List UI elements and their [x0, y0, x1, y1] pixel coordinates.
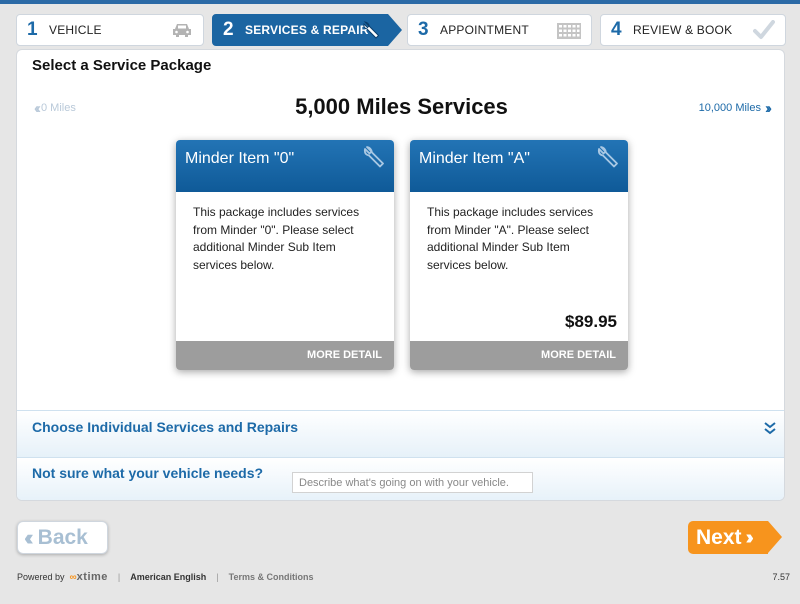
- next-label: Next: [696, 525, 742, 549]
- more-detail-button[interactable]: MORE DETAIL: [410, 341, 628, 370]
- footer: Powered by ∞ xtime | American English | …: [17, 571, 313, 583]
- vehicle-needs-title: Not sure what your vehicle needs?: [32, 465, 264, 481]
- package-description: This package includes services from Mind…: [427, 205, 594, 272]
- individual-services-section[interactable]: Choose Individual Services and Repairs: [17, 410, 784, 457]
- divider: |: [216, 572, 219, 582]
- next-interval-label: 10,000 Miles: [698, 102, 761, 114]
- step-label: APPOINTMENT: [440, 23, 529, 37]
- back-button[interactable]: ‹‹ Back: [17, 521, 108, 554]
- step-appointment[interactable]: 3 APPOINTMENT: [407, 14, 592, 46]
- step-number: 4: [611, 19, 622, 40]
- top-accent-bar: [0, 0, 800, 4]
- step-review-book[interactable]: 4 REVIEW & BOOK: [600, 14, 786, 46]
- wrench-icon: [363, 146, 384, 168]
- next-button-arrow[interactable]: [768, 521, 782, 553]
- car-icon: [173, 24, 191, 37]
- double-chevron-right-icon: ››: [765, 99, 772, 117]
- double-chevron-left-icon: ‹‹: [24, 524, 33, 550]
- vehicle-needs-section: Not sure what your vehicle needs?: [17, 457, 784, 500]
- powered-by-text: Powered by: [17, 572, 65, 582]
- active-step-arrow: [388, 14, 402, 46]
- wrench-icon: [363, 21, 380, 39]
- xtime-logo: ∞ xtime: [69, 571, 108, 583]
- package-card[interactable]: Minder Item "0" This package includes se…: [176, 140, 394, 370]
- package-description: This package includes services from Mind…: [193, 205, 360, 272]
- step-vehicle[interactable]: 1 VEHICLE: [16, 14, 204, 46]
- step-number: 2: [223, 19, 234, 40]
- progress-steps: 1 VEHICLE 2 SERVICES & REPAIR 3 APPOINTM…: [16, 14, 786, 46]
- package-card-header: Minder Item "0": [176, 140, 394, 192]
- package-card[interactable]: Minder Item "A" This package includes se…: [410, 140, 628, 370]
- section-title: Select a Service Package: [32, 57, 212, 74]
- step-label: REVIEW & BOOK: [633, 23, 733, 37]
- next-interval-link[interactable]: 10,000 Miles ››: [698, 99, 772, 117]
- next-button[interactable]: Next ››: [688, 521, 768, 554]
- step-label: SERVICES & REPAIR: [245, 23, 369, 37]
- step-number: 3: [418, 19, 429, 40]
- service-package-panel: Select a Service Package ‹‹ 0 Miles 5,00…: [16, 49, 785, 501]
- package-price: $89.95: [565, 312, 617, 331]
- more-detail-button[interactable]: MORE DETAIL: [176, 341, 394, 370]
- interval-title: 5,000 Miles Services: [295, 94, 508, 119]
- step-services-repair[interactable]: 2 SERVICES & REPAIR: [212, 14, 388, 46]
- package-card-header: Minder Item "A": [410, 140, 628, 192]
- language-link[interactable]: American English: [130, 572, 206, 582]
- describe-issue-input[interactable]: [292, 472, 533, 493]
- terms-link[interactable]: Terms & Conditions: [229, 572, 314, 582]
- package-title: Minder Item "0": [185, 150, 295, 167]
- calendar-icon: [557, 23, 581, 39]
- wrench-icon: [597, 146, 618, 168]
- step-label: VEHICLE: [49, 23, 102, 37]
- package-title: Minder Item "A": [419, 150, 530, 167]
- back-label: Back: [37, 525, 88, 549]
- step-number: 1: [27, 19, 38, 40]
- individual-services-title: Choose Individual Services and Repairs: [32, 419, 299, 435]
- double-chevron-down-icon[interactable]: [764, 421, 776, 435]
- divider: |: [117, 572, 121, 582]
- double-chevron-right-icon: ››: [745, 526, 755, 549]
- checkmark-icon: [753, 20, 775, 39]
- version-number: 7.57: [772, 572, 790, 582]
